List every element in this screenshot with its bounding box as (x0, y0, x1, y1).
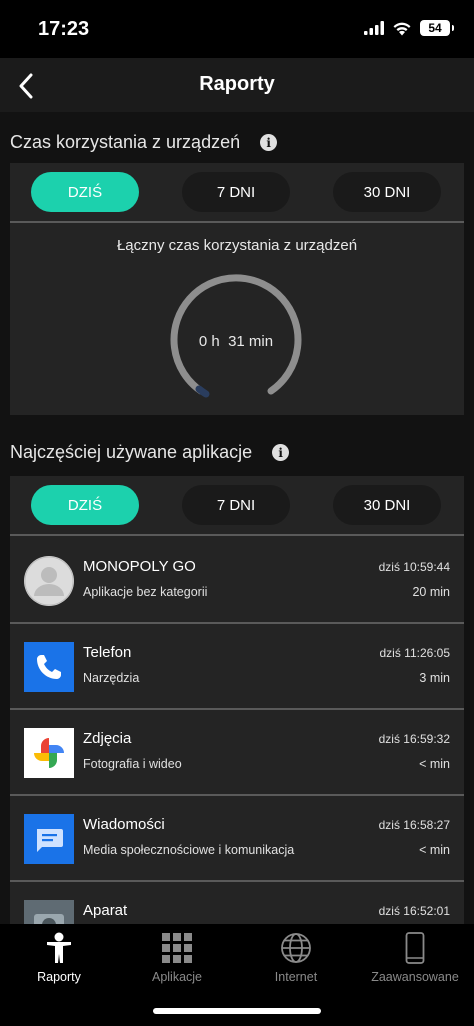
usage-section-title-text: Czas korzystania z urządzeń (10, 132, 241, 152)
tab-label: Internet (274, 970, 318, 984)
app-duration: < min (419, 757, 450, 771)
tab-advanced[interactable]: Zaawansowane (356, 932, 474, 992)
app-category: Aplikacje bez kategorii (83, 585, 208, 599)
usage-card: DZIŚ 7 DNI 30 DNI Łączny czas korzystani… (10, 163, 464, 415)
total-usage-label: Łączny czas korzystania z urządzeń (116, 237, 358, 254)
app-last-used: dziś 16:58:27 (378, 818, 450, 832)
apps-tab-today[interactable]: DZIŚ (31, 485, 139, 525)
tab-label: Aplikacje (151, 970, 203, 984)
app-category: Narzędzia (83, 671, 140, 685)
home-indicator (153, 1008, 321, 1014)
camera-icon (24, 900, 74, 924)
app-name: Aparat (83, 902, 128, 919)
person-report-icon (47, 932, 71, 963)
app-name: Telefon (83, 644, 132, 661)
apps-period-selector: DZIŚ 7 DNI 30 DNI (10, 476, 464, 536)
status-icons: 54 (364, 20, 454, 36)
phone-device-icon (405, 932, 425, 964)
globe-icon (281, 933, 311, 963)
usage-tab-7-days[interactable]: 7 DNI (182, 172, 290, 212)
nav-bar: Raporty (0, 58, 474, 112)
apps-section-title: Najczęściej używane aplikacje i (10, 442, 290, 463)
usage-tab-30-days[interactable]: 30 DNI (333, 172, 441, 212)
app-category: Media społecznościowe i komunikacja (83, 843, 295, 857)
grid-icon (162, 933, 192, 963)
usage-section-title: Czas korzystania z urządzeń i (10, 132, 278, 153)
usage-period-selector: DZIŚ 7 DNI 30 DNI (10, 163, 464, 223)
app-last-used: dziś 10:59:44 (378, 560, 450, 574)
tab-reports[interactable]: Raporty (0, 932, 118, 992)
signal-icon (364, 21, 384, 35)
wifi-icon (393, 22, 411, 35)
list-item[interactable]: Telefon Narzędzia dziś 11:26:05 3 min (10, 624, 464, 710)
person-placeholder-icon (24, 556, 74, 606)
app-name: MONOPOLY GO (83, 558, 196, 575)
app-duration: < min (419, 843, 450, 857)
tab-label: Zaawansowane (371, 970, 459, 984)
status-time: 17:23 (38, 18, 90, 40)
page-title: Raporty (199, 73, 275, 95)
total-usage-value: 0 h 31 min (198, 333, 274, 350)
app-list: MONOPOLY GO Aplikacje bez kategorii dziś… (10, 538, 464, 924)
status-bar: 17:23 54 (0, 0, 474, 58)
apps-tab-7-days[interactable]: 7 DNI (182, 485, 290, 525)
app-duration: 20 min (412, 585, 450, 599)
list-item[interactable]: MONOPOLY GO Aplikacje bez kategorii dziś… (10, 538, 464, 624)
info-icon[interactable]: i (260, 134, 278, 151)
list-item[interactable]: Aparat dziś 16:52:01 (10, 882, 464, 924)
list-item[interactable]: Zdjęcia Fotografia i wideo dziś 16:59:32… (10, 710, 464, 796)
usage-tab-today[interactable]: DZIŚ (31, 172, 139, 212)
app-last-used: dziś 16:59:32 (378, 732, 450, 746)
photos-pinwheel-icon (24, 728, 74, 778)
apps-section-title-text: Najczęściej używane aplikacje (10, 442, 253, 462)
app-last-used: dziś 11:26:05 (379, 646, 451, 660)
phone-icon (24, 642, 74, 692)
app-duration: 3 min (419, 671, 450, 685)
message-icon (24, 814, 74, 864)
apps-period-card: DZIŚ 7 DNI 30 DNI (10, 476, 464, 538)
app-name: Wiadomości (83, 816, 165, 833)
tab-apps[interactable]: Aplikacje (118, 932, 236, 992)
battery-icon: 54 (420, 20, 454, 36)
app-category: Fotografia i wideo (83, 757, 182, 771)
info-icon[interactable]: i (272, 444, 290, 461)
tab-label: Raporty (37, 970, 81, 984)
apps-tab-30-days[interactable]: 30 DNI (333, 485, 441, 525)
tab-internet[interactable]: Internet (237, 932, 355, 992)
app-last-used: dziś 16:52:01 (378, 904, 450, 918)
list-item[interactable]: Wiadomości Media społecznościowe i komun… (10, 796, 464, 882)
app-name: Zdjęcia (83, 730, 132, 747)
